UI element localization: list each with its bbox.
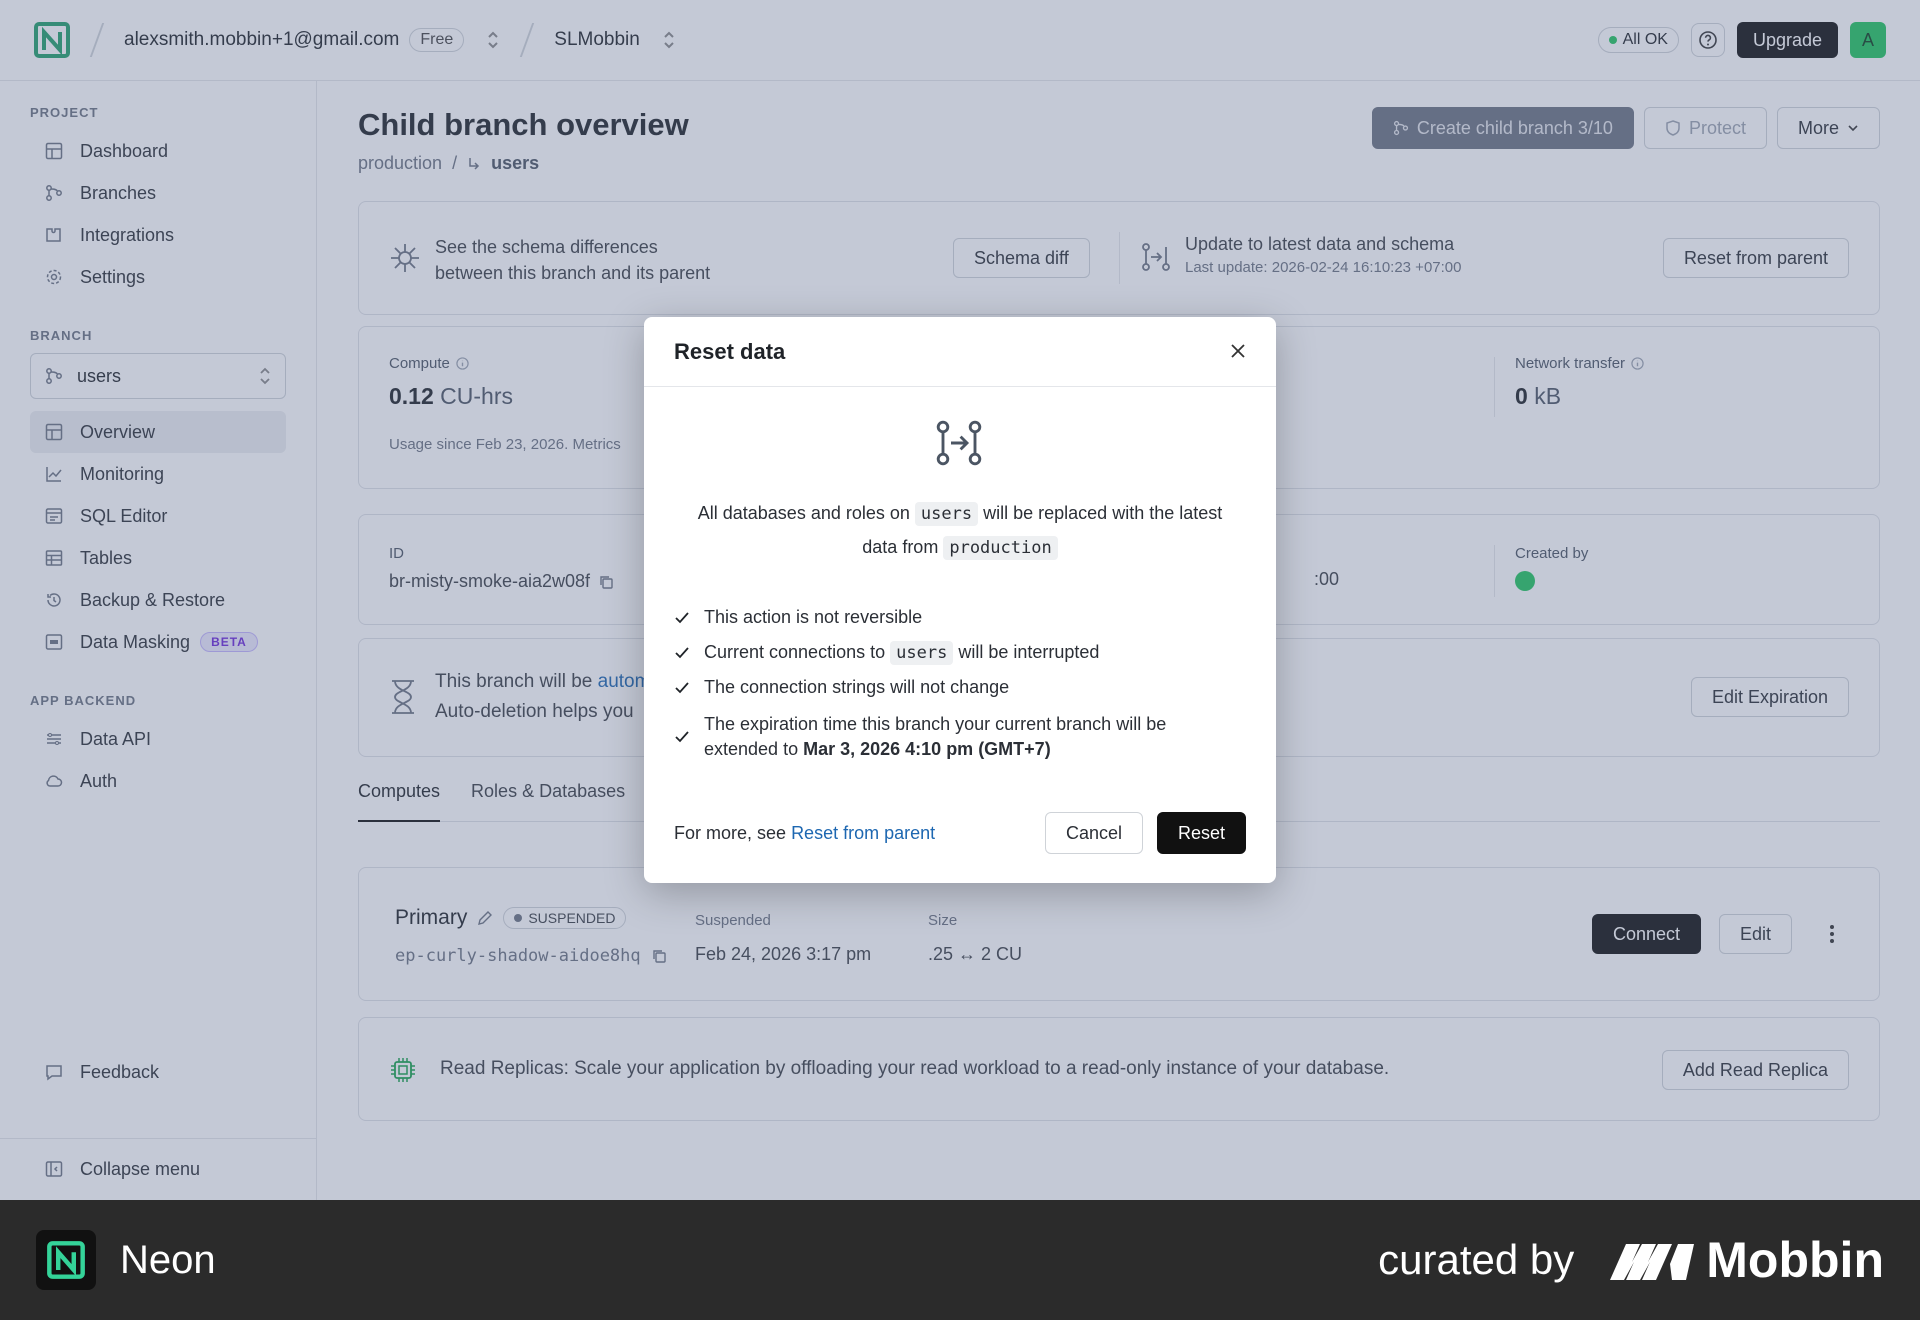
consequence-text: The connection strings will not change <box>704 677 1010 697</box>
desc-part3: data from <box>862 537 939 557</box>
footer-text: For more, see <box>674 823 787 843</box>
consequence-code-users: users <box>890 641 954 665</box>
consequence-text-a: The expiration time this branch your cur… <box>704 714 1167 734</box>
dialog-title: Reset data <box>674 339 786 364</box>
footer-mobbin: Mobbin <box>1706 1232 1884 1288</box>
check-icon <box>674 645 690 661</box>
neon-logo-icon <box>36 1230 96 1290</box>
dialog-description: All databases and roles on users will be… <box>674 497 1246 565</box>
expiration-date: Mar 3, 2026 4:10 pm (GMT+7) <box>803 739 1051 759</box>
reset-button[interactable]: Reset <box>1157 812 1246 854</box>
divider <box>644 386 1276 387</box>
desc-part2: will be replaced with the latest <box>983 503 1223 523</box>
consequence-text: This action is not reversible <box>704 607 923 627</box>
desc-code-production: production <box>943 536 1058 560</box>
reset-data-dialog: Reset data All databases and roles on us… <box>644 317 1276 883</box>
consequence-item: The expiration time this branch your cur… <box>674 712 1246 762</box>
consequence-text-b: will be interrupted <box>958 642 1100 662</box>
merge-icon <box>935 419 983 467</box>
consequence-item: Current connections to users will be int… <box>674 641 1246 665</box>
dialog-footer-text: For more, see Reset from parent <box>674 823 935 844</box>
mobbin-logo-icon <box>1610 1240 1695 1280</box>
check-icon <box>674 680 690 696</box>
cancel-button[interactable]: Cancel <box>1045 812 1144 854</box>
check-icon <box>674 729 690 745</box>
check-icon <box>674 610 690 626</box>
consequence-list: This action is not reversible Current co… <box>674 607 1246 762</box>
consequence-item: The connection strings will not change <box>674 677 1246 698</box>
desc-part1: All databases and roles on <box>697 503 910 523</box>
consequence-text-b: extended to <box>704 739 799 759</box>
footer-banner: Neon curated by Mobbin <box>0 1200 1920 1320</box>
app-window: alexsmith.mobbin+1@gmail.com Free SLMobb… <box>0 0 1920 1200</box>
close-icon[interactable] <box>1230 343 1246 359</box>
reset-from-parent-link[interactable]: Reset from parent <box>791 823 935 843</box>
desc-code-users: users <box>914 502 979 526</box>
consequence-text-a: Current connections to <box>704 642 886 662</box>
footer-brand: Neon <box>120 1237 216 1282</box>
consequence-item: This action is not reversible <box>674 607 1246 628</box>
footer-curated-by: curated by <box>1378 1236 1575 1283</box>
